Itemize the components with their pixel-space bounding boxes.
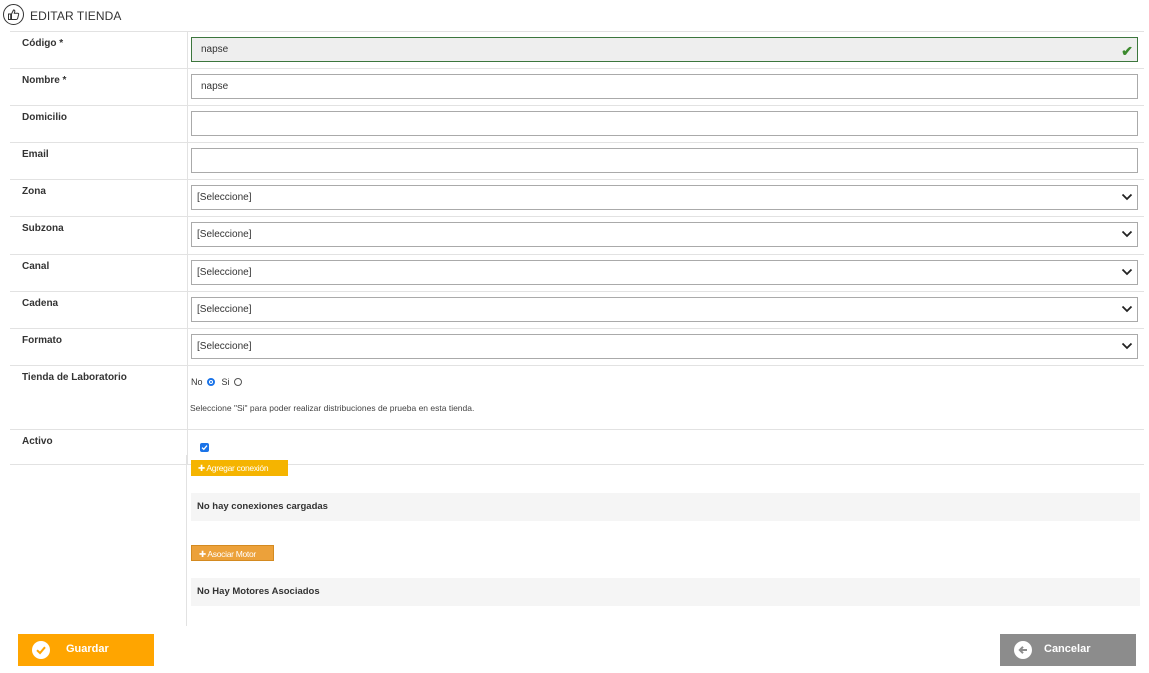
nombre-input[interactable]: napse — [191, 74, 1138, 99]
codigo-value: napse — [201, 44, 229, 55]
page-header: EDITAR TIENDA — [0, 0, 1149, 31]
label-laboratorio: Tienda de Laboratorio — [22, 372, 127, 383]
laboratorio-radio-group: No Si — [191, 377, 246, 387]
column-divider — [187, 143, 188, 179]
motors-empty-panel: No Hay Motores Asociados — [191, 578, 1140, 606]
arrow-left-circle-icon — [1014, 641, 1032, 659]
checkmark-icon — [201, 445, 208, 451]
cadena-selected: [Seleccione] — [197, 304, 252, 315]
canal-select[interactable]: [Seleccione] — [191, 260, 1138, 285]
check-circle-icon — [32, 641, 50, 659]
connections-empty-panel: No hay conexiones cargadas — [191, 493, 1140, 521]
label-codigo: Código * — [22, 38, 64, 49]
laboratorio-help-text: Seleccione "Si" para poder realizar dist… — [190, 403, 475, 413]
label-formato: Formato — [22, 335, 62, 346]
subzona-select[interactable]: [Seleccione] — [191, 222, 1138, 247]
row-activo: Activo — [10, 429, 1144, 465]
label-domicilio: Domicilio — [22, 112, 68, 123]
row-zona: Zona [Seleccione] — [10, 179, 1144, 216]
row-canal: Canal [Seleccione] — [10, 254, 1144, 291]
store-form: Código * napse ✔ Nombre * napse Domicili… — [10, 31, 1144, 465]
label-activo: Activo — [22, 436, 53, 447]
row-subzona: Subzona [Seleccione] — [10, 216, 1144, 254]
row-laboratorio: Tienda de Laboratorio No Si Seleccione "… — [10, 365, 1144, 429]
row-codigo: Código * napse ✔ — [10, 31, 1144, 68]
row-domicilio: Domicilio — [10, 105, 1144, 142]
formato-selected: [Seleccione] — [197, 341, 252, 352]
radio-si[interactable] — [233, 378, 242, 386]
nombre-value: napse — [201, 81, 229, 92]
save-button[interactable]: Guardar — [18, 634, 154, 666]
label-cadena: Cadena — [22, 298, 59, 309]
column-divider — [187, 430, 188, 464]
zona-select[interactable]: [Seleccione] — [191, 185, 1138, 210]
page-title: EDITAR TIENDA — [30, 9, 122, 23]
radio-no-label: No — [191, 377, 203, 387]
chevron-down-icon — [1121, 268, 1133, 276]
row-email: Email — [10, 142, 1144, 179]
domicilio-input[interactable] — [191, 111, 1138, 136]
subzona-selected: [Seleccione] — [197, 229, 252, 240]
column-divider — [187, 292, 188, 328]
row-cadena: Cadena [Seleccione] — [10, 291, 1144, 328]
column-divider — [187, 217, 188, 254]
codigo-input[interactable]: napse ✔ — [191, 37, 1138, 62]
column-divider — [187, 32, 188, 68]
add-connection-button[interactable]: ✚ Agregar conexión — [191, 460, 288, 476]
label-canal: Canal — [22, 261, 50, 272]
email-input[interactable] — [191, 148, 1138, 173]
column-divider — [187, 180, 188, 216]
motors-empty-text: No Hay Motores Asociados — [197, 586, 320, 597]
cadena-select[interactable]: [Seleccione] — [191, 297, 1138, 322]
radio-si-label: Si — [221, 377, 230, 387]
add-connection-label: Agregar conexión — [206, 463, 269, 473]
column-divider — [187, 106, 188, 142]
radio-no[interactable] — [206, 378, 215, 386]
save-label: Guardar — [66, 643, 109, 655]
column-divider — [187, 255, 188, 291]
column-divider — [187, 366, 188, 429]
chevron-down-icon — [1121, 193, 1133, 201]
connections-empty-text: No hay conexiones cargadas — [197, 501, 328, 512]
thumbs-up-icon — [3, 4, 24, 25]
column-divider — [187, 329, 188, 365]
zona-selected: [Seleccione] — [197, 192, 252, 203]
chevron-down-icon — [1121, 305, 1133, 313]
canal-selected: [Seleccione] — [197, 267, 252, 278]
plus-icon: ✚ — [199, 549, 206, 559]
chevron-down-icon — [1121, 342, 1133, 350]
associate-motor-label: Asociar Motor — [207, 549, 256, 559]
activo-checkbox[interactable] — [200, 443, 209, 452]
row-nombre: Nombre * napse — [10, 68, 1144, 105]
cancel-button[interactable]: Cancelar — [1000, 634, 1136, 666]
check-icon: ✔ — [1121, 43, 1133, 59]
label-zona: Zona — [22, 186, 46, 197]
column-divider — [187, 69, 188, 105]
row-formato: Formato [Seleccione] — [10, 328, 1144, 365]
column-divider — [186, 455, 187, 626]
cancel-label: Cancelar — [1044, 643, 1091, 655]
label-subzona: Subzona — [22, 223, 64, 234]
chevron-down-icon — [1121, 230, 1133, 238]
label-nombre: Nombre * — [22, 75, 67, 86]
plus-icon: ✚ — [198, 463, 205, 473]
formato-select[interactable]: [Seleccione] — [191, 334, 1138, 359]
label-email: Email — [22, 149, 49, 160]
associate-motor-button[interactable]: ✚ Asociar Motor — [191, 545, 274, 561]
